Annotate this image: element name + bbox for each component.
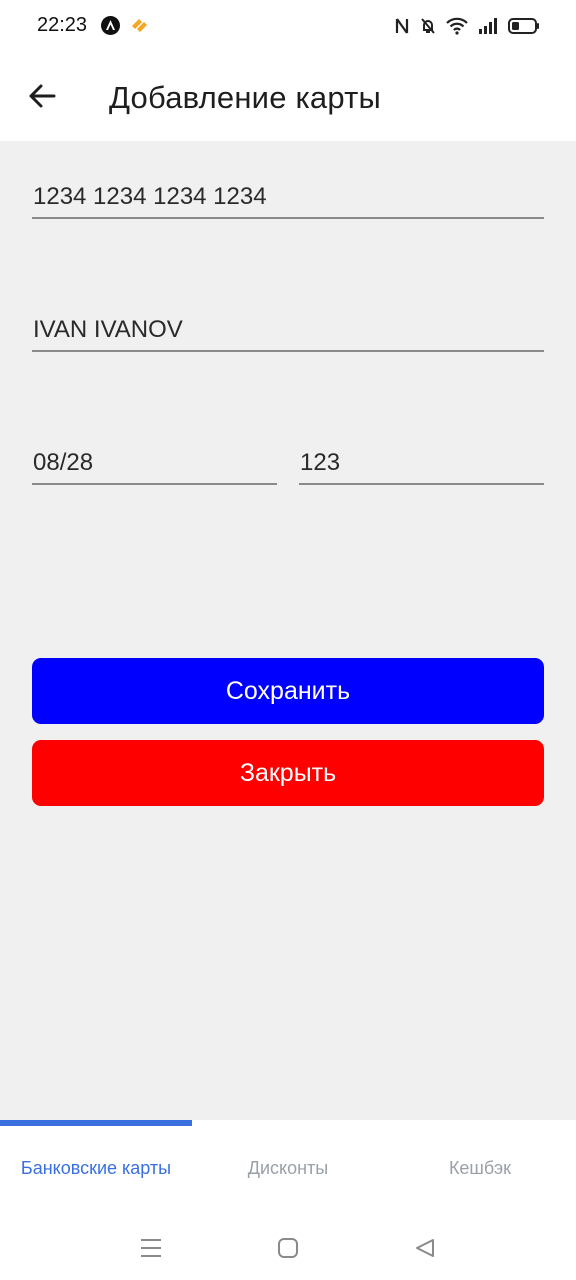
bottom-nav: Банковские карты Дисконты Кешбэк — [0, 1120, 576, 1216]
signal-icon — [479, 18, 497, 34]
system-menu-button[interactable] — [137, 1234, 165, 1262]
tab-cashback[interactable]: Кешбэк — [384, 1120, 576, 1216]
wifi-icon — [446, 17, 468, 35]
expiry-field[interactable]: 08/28 — [32, 441, 277, 485]
close-button[interactable]: Закрыть — [32, 740, 544, 806]
screen: 22:23 Добавление карты 1234 1234 1234 12… — [0, 0, 576, 1280]
home-icon — [278, 1238, 298, 1258]
orange-app-icon — [129, 15, 149, 35]
cvv-field[interactable]: 123 — [299, 441, 544, 485]
tab-discounts[interactable]: Дисконты — [192, 1120, 384, 1216]
app-notification-icon — [101, 16, 120, 35]
status-bar: 22:23 — [0, 0, 576, 52]
system-home-button[interactable] — [274, 1234, 302, 1262]
mute-bell-icon — [421, 18, 435, 34]
tab-bank-cards[interactable]: Банковские карты — [0, 1120, 192, 1216]
back-triangle-icon — [416, 1239, 434, 1257]
app-bar: Добавление карты — [0, 52, 576, 141]
system-back-button[interactable] — [411, 1234, 439, 1262]
card-number-field[interactable]: 1234 1234 1234 1234 — [32, 175, 544, 219]
page-title: Добавление карты — [109, 80, 381, 115]
expiry-value: 08/28 — [33, 449, 94, 476]
arrow-left-icon — [29, 84, 56, 108]
card-holder-field[interactable]: IVAN IVANOV — [32, 308, 544, 352]
card-number-value: 1234 1234 1234 1234 — [33, 183, 267, 210]
status-time: 22:23 — [37, 14, 88, 36]
back-button[interactable] — [22, 76, 62, 116]
menu-icon — [141, 1239, 161, 1257]
save-button[interactable]: Сохранить — [32, 658, 544, 724]
system-nav-bar — [0, 1216, 576, 1280]
nfc-icon — [395, 18, 409, 34]
cvv-value: 123 — [300, 449, 341, 476]
card-holder-value: IVAN IVANOV — [33, 316, 183, 343]
battery-icon — [508, 18, 539, 34]
